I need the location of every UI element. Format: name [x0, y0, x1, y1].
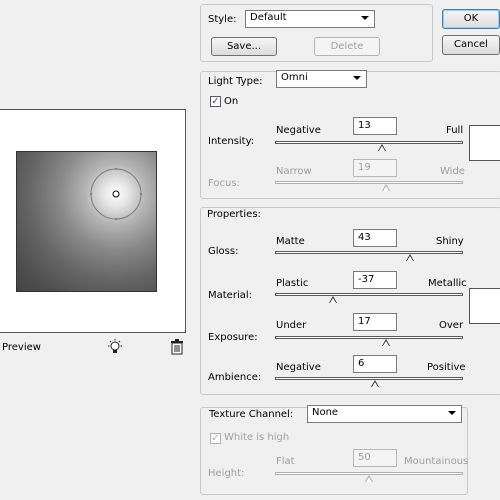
- ambience-slider-track[interactable]: [275, 377, 463, 380]
- light-type-select[interactable]: Omni: [276, 70, 367, 88]
- height-max-label: Mountainous: [404, 456, 469, 467]
- chevron-down-icon: [361, 16, 369, 20]
- ambience-label: Ambience:: [208, 372, 262, 383]
- height-min-label: Flat: [276, 456, 295, 467]
- lightbulb-icon[interactable]: [106, 338, 124, 356]
- focus-min-label: Narrow: [276, 166, 312, 177]
- light-on-checkbox[interactable]: ✓: [210, 96, 221, 107]
- focus-slider-track[interactable]: [275, 181, 463, 184]
- intensity-min-label: Negative: [276, 125, 321, 136]
- intensity-label: Intensity:: [208, 136, 255, 147]
- ambience-slider-thumb[interactable]: [370, 380, 379, 387]
- height-input[interactable]: 50: [353, 449, 397, 467]
- style-label: Style:: [208, 14, 237, 25]
- texture-channel-select[interactable]: None: [307, 405, 462, 423]
- exposure-label: Exposure:: [208, 332, 258, 343]
- focus-input[interactable]: 19: [353, 159, 397, 177]
- material-slider-track[interactable]: [275, 293, 463, 296]
- gloss-slider-thumb[interactable]: [406, 254, 415, 261]
- focus-slider-thumb[interactable]: [381, 184, 390, 191]
- delete-button[interactable]: Delete: [314, 37, 380, 56]
- ok-button[interactable]: OK: [442, 9, 500, 29]
- gloss-slider-track[interactable]: [275, 251, 463, 254]
- ambience-min-label: Negative: [276, 362, 321, 373]
- gloss-min-label: Matte: [276, 236, 305, 247]
- preview-canvas[interactable]: [16, 151, 157, 292]
- focus-max-label: Wide: [440, 166, 465, 177]
- texture-channel-label: Texture Channel:: [209, 409, 294, 420]
- preview-label: Preview: [2, 342, 41, 353]
- exposure-input[interactable]: 17: [353, 313, 397, 331]
- material-min-label: Plastic: [276, 278, 309, 289]
- style-select[interactable]: Default: [245, 10, 375, 28]
- material-label: Material:: [208, 290, 252, 301]
- style-select-value: Default: [250, 12, 287, 23]
- material-max-label: Metallic: [428, 278, 467, 289]
- light-type-value: Omni: [281, 72, 308, 83]
- gloss-max-label: Shiny: [436, 236, 464, 247]
- ambience-input[interactable]: 6: [353, 355, 397, 373]
- exposure-slider-track[interactable]: [275, 336, 463, 339]
- height-label: Height:: [208, 468, 245, 479]
- white-is-high-checkbox[interactable]: ✓: [210, 433, 221, 444]
- material-slider-thumb[interactable]: [329, 296, 338, 303]
- save-button[interactable]: Save...: [211, 37, 277, 56]
- cancel-button[interactable]: Cancel: [442, 35, 500, 55]
- intensity-max-label: Full: [446, 125, 464, 136]
- intensity-slider-track[interactable]: [275, 141, 463, 144]
- trash-icon[interactable]: [170, 339, 184, 355]
- light-handle[interactable]: [17, 152, 156, 291]
- ambience-max-label: Positive: [427, 362, 466, 373]
- gloss-input[interactable]: 43: [353, 229, 397, 247]
- light-type-label: Light Type:: [208, 76, 263, 87]
- light-on-label: On: [224, 96, 239, 107]
- intensity-input[interactable]: 13: [353, 117, 397, 135]
- exposure-max-label: Over: [439, 320, 464, 331]
- gloss-label: Gloss:: [208, 246, 239, 257]
- material-input[interactable]: -37: [353, 271, 397, 289]
- properties-label: Properties:: [207, 209, 261, 220]
- exposure-min-label: Under: [276, 320, 307, 331]
- height-slider-thumb[interactable]: [365, 475, 373, 482]
- chevron-down-icon: [448, 411, 456, 415]
- ambience-color-swatch[interactable]: [469, 288, 500, 324]
- chevron-down-icon: [353, 76, 361, 80]
- focus-label: Focus:: [208, 178, 240, 189]
- texture-channel-value: None: [312, 407, 339, 418]
- intensity-slider-thumb[interactable]: [378, 144, 387, 151]
- exposure-slider-thumb[interactable]: [381, 339, 390, 346]
- light-color-swatch[interactable]: [469, 125, 500, 161]
- white-is-high-label: White is high: [224, 432, 290, 443]
